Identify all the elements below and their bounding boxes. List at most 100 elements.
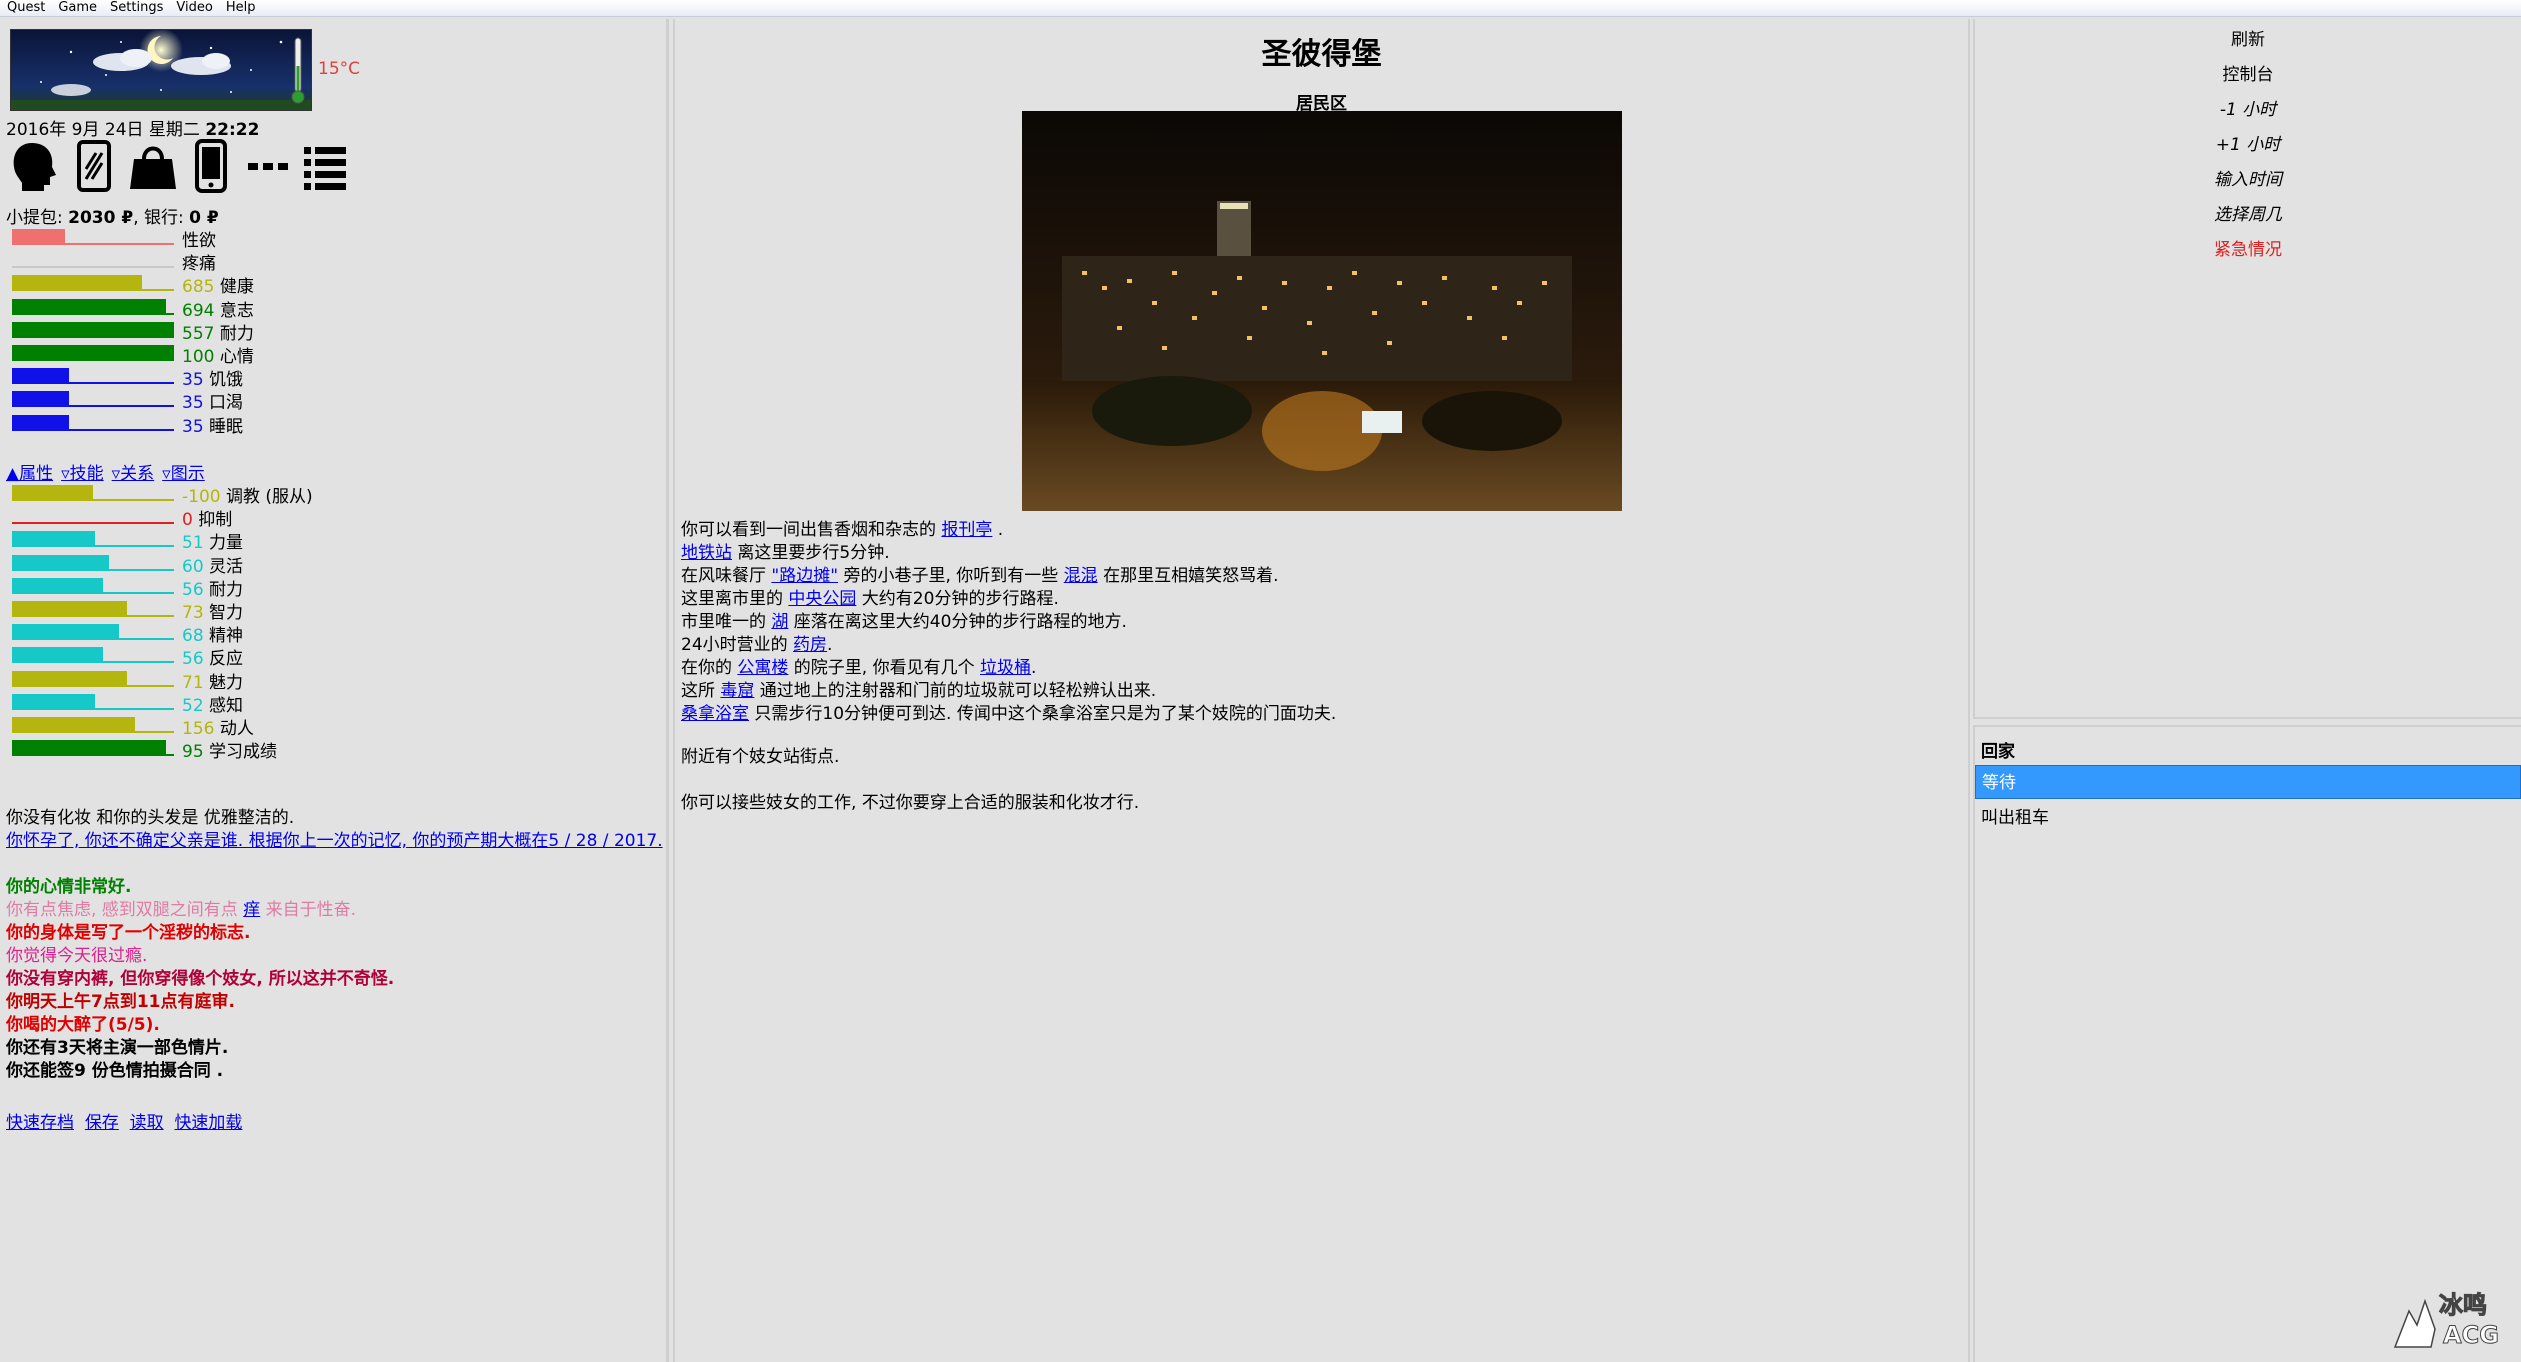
attribute-number: 95 [182,742,204,763]
minus-hour-button[interactable]: -1 小时 [1975,95,2521,120]
phone-icon[interactable] [194,139,228,193]
attribute-bar [12,601,174,617]
taxi-action[interactable]: 叫出租车 [1975,801,2521,835]
description-line: 这里离市里的 中央公园 大约有20分钟的步行路程. [681,584,1059,609]
stat-value: 694 意志 [182,296,254,321]
attribute-number: 60 [182,556,204,577]
console-button[interactable]: 控制台 [1975,60,2521,85]
attribute-label: 反应 [203,649,244,670]
menu-help[interactable]: Help [219,0,262,16]
tab-attributes[interactable]: ▲属性 [6,464,53,484]
description-line: 地铁站 离这里要步行5分钟. [681,538,890,563]
stat-bar [12,298,174,315]
quicksave-link[interactable]: 快速存档 [6,1113,74,1133]
enter-time-button[interactable]: 输入时间 [1975,165,2521,190]
attribute-label: 耐力 [203,579,244,600]
load-link[interactable]: 读取 [130,1113,164,1133]
attribute-bar [12,693,174,710]
attribute-bar-fill [12,647,103,662]
stat-number: 35 [182,416,204,437]
description-text: 大约有20分钟的步行路程. [856,589,1059,609]
location-link[interactable]: 桑拿浴室 [681,704,749,724]
description-text: 只需步行10分钟便可到达. 传闻中这个桑拿浴室只是为了某个妓院的门面功夫. [749,704,1337,724]
date-time: 2016年 9月 24日 星期二 22:22 [6,115,259,140]
handbag-icon[interactable] [128,139,178,193]
location-link[interactable]: 公寓楼 [737,658,788,678]
attribute-value: 60 灵活 [182,552,243,577]
head-profile-icon[interactable] [10,139,60,193]
stat-bar [12,414,174,431]
tab-skills[interactable]: ▿技能 [61,464,104,484]
svg-text:ACG: ACG [2443,1321,2499,1349]
time: 22:22 [205,120,260,140]
menu-quest[interactable]: Quest [0,0,51,16]
menu-bar: Quest Game Settings Video Help [0,0,2521,17]
save-link[interactable]: 保存 [85,1113,119,1133]
more-dots-icon[interactable] [246,139,290,193]
stat-bar [12,275,174,292]
attribute-number: 68 [182,626,204,647]
menu-settings[interactable]: Settings [103,0,169,16]
description-text: 的院子里, 你看见有几个 [788,658,981,678]
location-link[interactable]: 药房 [793,635,827,655]
description-line: 在风味餐厅 "路边摊" 旁的小巷子里, 你听到有一些 混混 在那里互相嬉笑怒骂着… [681,561,1278,586]
tab-diagram[interactable]: ▿图示 [162,464,205,484]
location-link[interactable]: 报刊亭 [941,520,992,540]
stat-number: 35 [182,370,204,391]
stat-bar-fill [12,345,174,359]
attribute-bar-fill [12,577,103,592]
stat-value: 疼痛 [182,249,216,274]
stat-number: 557 [182,323,215,344]
location-link[interactable]: 地铁站 [681,543,732,563]
stat-label: 性欲 [182,231,216,251]
stat-bar-fill [12,321,174,336]
contract-text: 你还能签9 份色情拍摄合同 . [6,1061,224,1081]
location-link[interactable]: 垃圾桶 [980,658,1031,678]
choose-weekday-button[interactable]: 选择周几 [1975,200,2521,225]
stat-value: 100 心情 [182,342,254,367]
location-link[interactable]: 中央公园 [788,589,856,609]
attribute-label: 力量 [203,533,244,554]
stat-value: 性欲 [182,226,216,251]
location-link[interactable]: 混混 [1064,566,1098,586]
plus-hour-button[interactable]: +1 小时 [1975,130,2521,155]
description-line: 这所 毒窟 通过地上的注射器和门前的垃圾就可以轻松辨认出来. [681,676,1156,701]
location-link[interactable]: 湖 [771,612,788,632]
location-link[interactable]: "路边摊" [771,566,838,586]
attribute-bar [12,740,174,757]
description-text: . [827,635,833,655]
stat-label: 意志 [214,300,254,321]
quickload-link[interactable]: 快速加载 [174,1113,242,1133]
attribute-value: 95 学习成绩 [182,737,277,762]
temperature: 15°C [318,59,361,79]
stat-label: 耐力 [214,323,254,344]
attribute-bar [12,531,174,548]
pregnancy-link[interactable]: 你怀孕了, 你还不确定父亲是谁. 根据你上一次的记忆, 你的预产期大概在5 / … [6,826,663,851]
stat-label: 口渴 [203,393,244,414]
attribute-label: 动人 [214,719,254,739]
attribute-bar-fill [12,717,135,731]
tab-relations[interactable]: ▿关系 [112,464,155,484]
location-link[interactable]: 毒窟 [720,681,754,701]
description-line: 你可以看到一间出售香烟和杂志的 报刊亭 . [681,515,1003,540]
list-icon[interactable] [302,139,348,193]
attribute-label: 灵活 [203,556,244,577]
itch-link[interactable]: 痒 [243,900,260,920]
emergency-button[interactable]: 紧急情况 [1975,235,2521,260]
attribute-value: 71 魅力 [182,668,243,693]
menu-video[interactable]: Video [169,0,218,16]
attribute-number: 56 [182,579,204,600]
refresh-button[interactable]: 刷新 [1975,25,2521,50]
stat-bar [12,229,174,245]
attribute-number: 52 [182,695,204,716]
attribute-number: 56 [182,649,204,670]
attribute-bar [12,624,174,641]
attribute-bar [12,485,174,501]
menu-game[interactable]: Game [51,0,103,16]
wait-action[interactable]: 等待 [1975,765,2521,799]
drunk-text: 你喝的大醉了(5/5). [6,1015,160,1035]
description-text: 旁的小巷子里, 你听到有一些 [838,566,1064,586]
stat-bar [12,252,174,269]
mirror-icon[interactable] [76,139,112,193]
arousal-text: 你有点焦虑, 感到双腿之间有点 痒 来自于性奋. [6,895,356,920]
